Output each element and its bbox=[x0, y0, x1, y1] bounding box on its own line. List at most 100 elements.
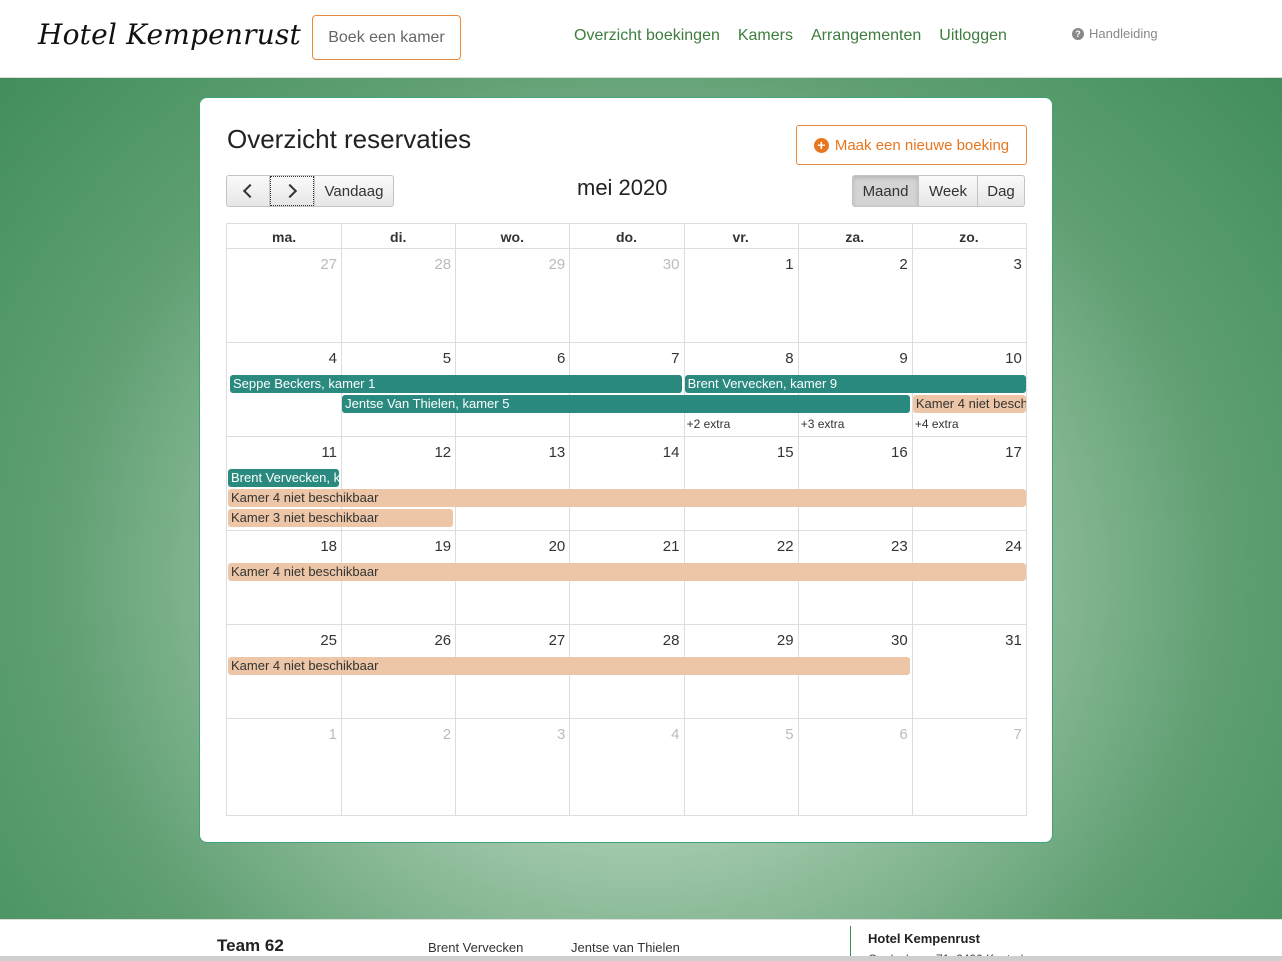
month-calendar: ma. di. wo. do. vr. za. zo. 27 28 29 30 1 2 3 4 5 6 7 8 9 1… bbox=[226, 223, 1027, 816]
reservations-card: Overzicht reservaties + Maak een nieuwe … bbox=[199, 97, 1053, 843]
prev-month-button[interactable] bbox=[226, 175, 270, 207]
day-number[interactable]: 29 bbox=[455, 256, 566, 273]
day-number[interactable]: 3 bbox=[912, 256, 1022, 273]
day-number[interactable]: 12 bbox=[341, 444, 451, 461]
day-number[interactable]: 2 bbox=[341, 726, 451, 743]
help-link[interactable]: ? Handleiding bbox=[1072, 26, 1158, 41]
day-number[interactable]: 2 bbox=[798, 256, 907, 273]
calendar-nav-group: Vandaag bbox=[226, 175, 394, 207]
chevron-right-icon bbox=[282, 183, 298, 199]
day-number[interactable]: 20 bbox=[455, 538, 566, 555]
day-number[interactable]: 8 bbox=[684, 350, 793, 367]
day-number[interactable]: 24 bbox=[912, 538, 1022, 555]
day-number[interactable]: 26 bbox=[341, 632, 451, 649]
navbar: Hotel Kempenrust Boek een kamer Overzich… bbox=[0, 0, 1282, 78]
calendar-week-row: 4 5 6 7 8 9 10 Seppe Beckers, kamer 1 Brent Verv… bbox=[227, 343, 1026, 437]
day-number[interactable]: 16 bbox=[798, 444, 908, 461]
day-number[interactable]: 15 bbox=[684, 444, 794, 461]
day-number[interactable]: 5 bbox=[341, 350, 451, 367]
day-number[interactable]: 17 bbox=[912, 444, 1022, 461]
horizontal-scrollbar[interactable] bbox=[0, 956, 1282, 961]
room-unavailable-event[interactable]: Kamer 4 niet beschikbaar bbox=[912, 395, 1026, 413]
view-month-button[interactable]: Maand bbox=[852, 175, 919, 207]
new-booking-button[interactable]: + Maak een nieuwe boeking bbox=[796, 125, 1027, 165]
day-number[interactable]: 18 bbox=[227, 538, 337, 555]
day-number[interactable]: 30 bbox=[569, 256, 680, 273]
question-circle-icon: ? bbox=[1072, 27, 1084, 40]
day-number[interactable]: 21 bbox=[569, 538, 680, 555]
day-number[interactable]: 3 bbox=[455, 726, 565, 743]
calendar-header: ma. di. wo. do. vr. za. zo. bbox=[227, 224, 1026, 249]
chevron-left-icon bbox=[242, 183, 258, 199]
day-number[interactable]: 22 bbox=[684, 538, 794, 555]
day-number[interactable]: 28 bbox=[569, 632, 680, 649]
day-number[interactable]: 7 bbox=[569, 350, 679, 367]
day-number[interactable]: 1 bbox=[684, 256, 793, 273]
weekday-header: wo. bbox=[500, 228, 525, 245]
room-unavailable-event[interactable]: Kamer 3 niet beschikbaar bbox=[228, 509, 454, 527]
team-name: Team 62 bbox=[217, 936, 284, 955]
day-number[interactable]: 6 bbox=[798, 726, 907, 743]
day-number[interactable]: 19 bbox=[341, 538, 451, 555]
footer: Team 62 Brent Vervecken Jentse van Thiel… bbox=[0, 919, 1282, 961]
plus-circle-icon: + bbox=[813, 137, 829, 153]
calendar-week-row: 27 28 29 30 1 2 3 bbox=[227, 249, 1026, 343]
day-number[interactable]: 9 bbox=[798, 350, 907, 367]
nav-link-rooms[interactable]: Kamers bbox=[738, 27, 793, 45]
more-events-link[interactable]: +3 extra bbox=[801, 417, 845, 431]
next-month-button[interactable] bbox=[269, 175, 315, 207]
nav-link-bookings[interactable]: Overzicht boekingen bbox=[574, 27, 720, 45]
weekday-header: zo. bbox=[959, 228, 979, 245]
main-nav: Overzicht boekingen Kamers Arrangementen… bbox=[574, 27, 1007, 45]
weekday-header: vr. bbox=[732, 228, 749, 245]
day-number[interactable]: 27 bbox=[455, 632, 566, 649]
new-booking-label: Maak een nieuwe boeking bbox=[834, 136, 1010, 154]
weekday-header: ma. bbox=[272, 228, 297, 245]
day-number[interactable]: 14 bbox=[569, 444, 680, 461]
page-title: Overzicht reservaties bbox=[227, 124, 472, 154]
day-number[interactable]: 31 bbox=[912, 632, 1022, 649]
more-events-link[interactable]: +2 extra bbox=[687, 417, 731, 431]
day-number[interactable]: 4 bbox=[227, 350, 337, 367]
booking-event[interactable]: Brent Vervecken, kamer 9 bbox=[228, 469, 340, 487]
day-number[interactable]: 25 bbox=[227, 632, 337, 649]
day-number[interactable]: 1 bbox=[227, 726, 337, 743]
room-unavailable-event[interactable]: Kamer 4 niet beschikbaar bbox=[228, 657, 910, 675]
team-member: Jentse van Thielen bbox=[571, 940, 680, 955]
more-events-link[interactable]: +4 extra bbox=[915, 417, 959, 431]
month-title: mei 2020 bbox=[577, 175, 668, 200]
booking-event[interactable]: Seppe Beckers, kamer 1 bbox=[230, 375, 682, 393]
day-number[interactable]: 4 bbox=[569, 726, 679, 743]
day-number[interactable]: 30 bbox=[798, 632, 908, 649]
calendar-week-row: 25 26 27 28 29 30 31 Kamer 4 niet beschikbaar bbox=[227, 625, 1026, 719]
day-number[interactable]: 7 bbox=[912, 726, 1022, 743]
calendar-week-row: 11121314151617 Brent Vervecken, kamer 9 Ka… bbox=[227, 437, 1026, 531]
day-number[interactable]: 11 bbox=[227, 444, 337, 461]
calendar-week-row: 1234567 bbox=[227, 719, 1026, 813]
day-number[interactable]: 5 bbox=[684, 726, 793, 743]
day-number[interactable]: 27 bbox=[227, 256, 337, 273]
view-day-button[interactable]: Dag bbox=[977, 175, 1025, 207]
day-number[interactable]: 28 bbox=[341, 256, 451, 273]
footer-hotel-name: Hotel Kempenrust bbox=[868, 931, 980, 946]
day-number[interactable]: 29 bbox=[684, 632, 794, 649]
help-label: Handleiding bbox=[1089, 26, 1158, 41]
weekday-header: di. bbox=[390, 228, 407, 245]
brand-logo[interactable]: Hotel Kempenrust bbox=[38, 18, 301, 51]
nav-link-logout[interactable]: Uitloggen bbox=[939, 27, 1007, 45]
booking-event[interactable]: Jentse Van Thielen, kamer 5 bbox=[342, 395, 910, 413]
today-button[interactable]: Vandaag bbox=[314, 175, 394, 207]
weekday-header: do. bbox=[615, 228, 637, 245]
room-unavailable-event[interactable]: Kamer 4 niet beschikbaar bbox=[228, 563, 1026, 581]
day-number[interactable]: 23 bbox=[798, 538, 908, 555]
weekday-header: za. bbox=[845, 228, 865, 245]
booking-event[interactable]: Brent Vervecken, kamer 9 bbox=[684, 375, 1026, 393]
day-number[interactable]: 6 bbox=[455, 350, 565, 367]
day-number[interactable]: 10 bbox=[912, 350, 1022, 367]
day-number[interactable]: 13 bbox=[455, 444, 566, 461]
room-unavailable-event[interactable]: Kamer 4 niet beschikbaar bbox=[228, 489, 1026, 507]
view-week-button[interactable]: Week bbox=[918, 175, 978, 207]
calendar-week-row: 18 19 20 21 22 23 24 Kamer 4 niet beschikbaar bbox=[227, 531, 1026, 625]
nav-link-packages[interactable]: Arrangementen bbox=[811, 27, 921, 45]
book-room-button[interactable]: Boek een kamer bbox=[312, 15, 461, 60]
